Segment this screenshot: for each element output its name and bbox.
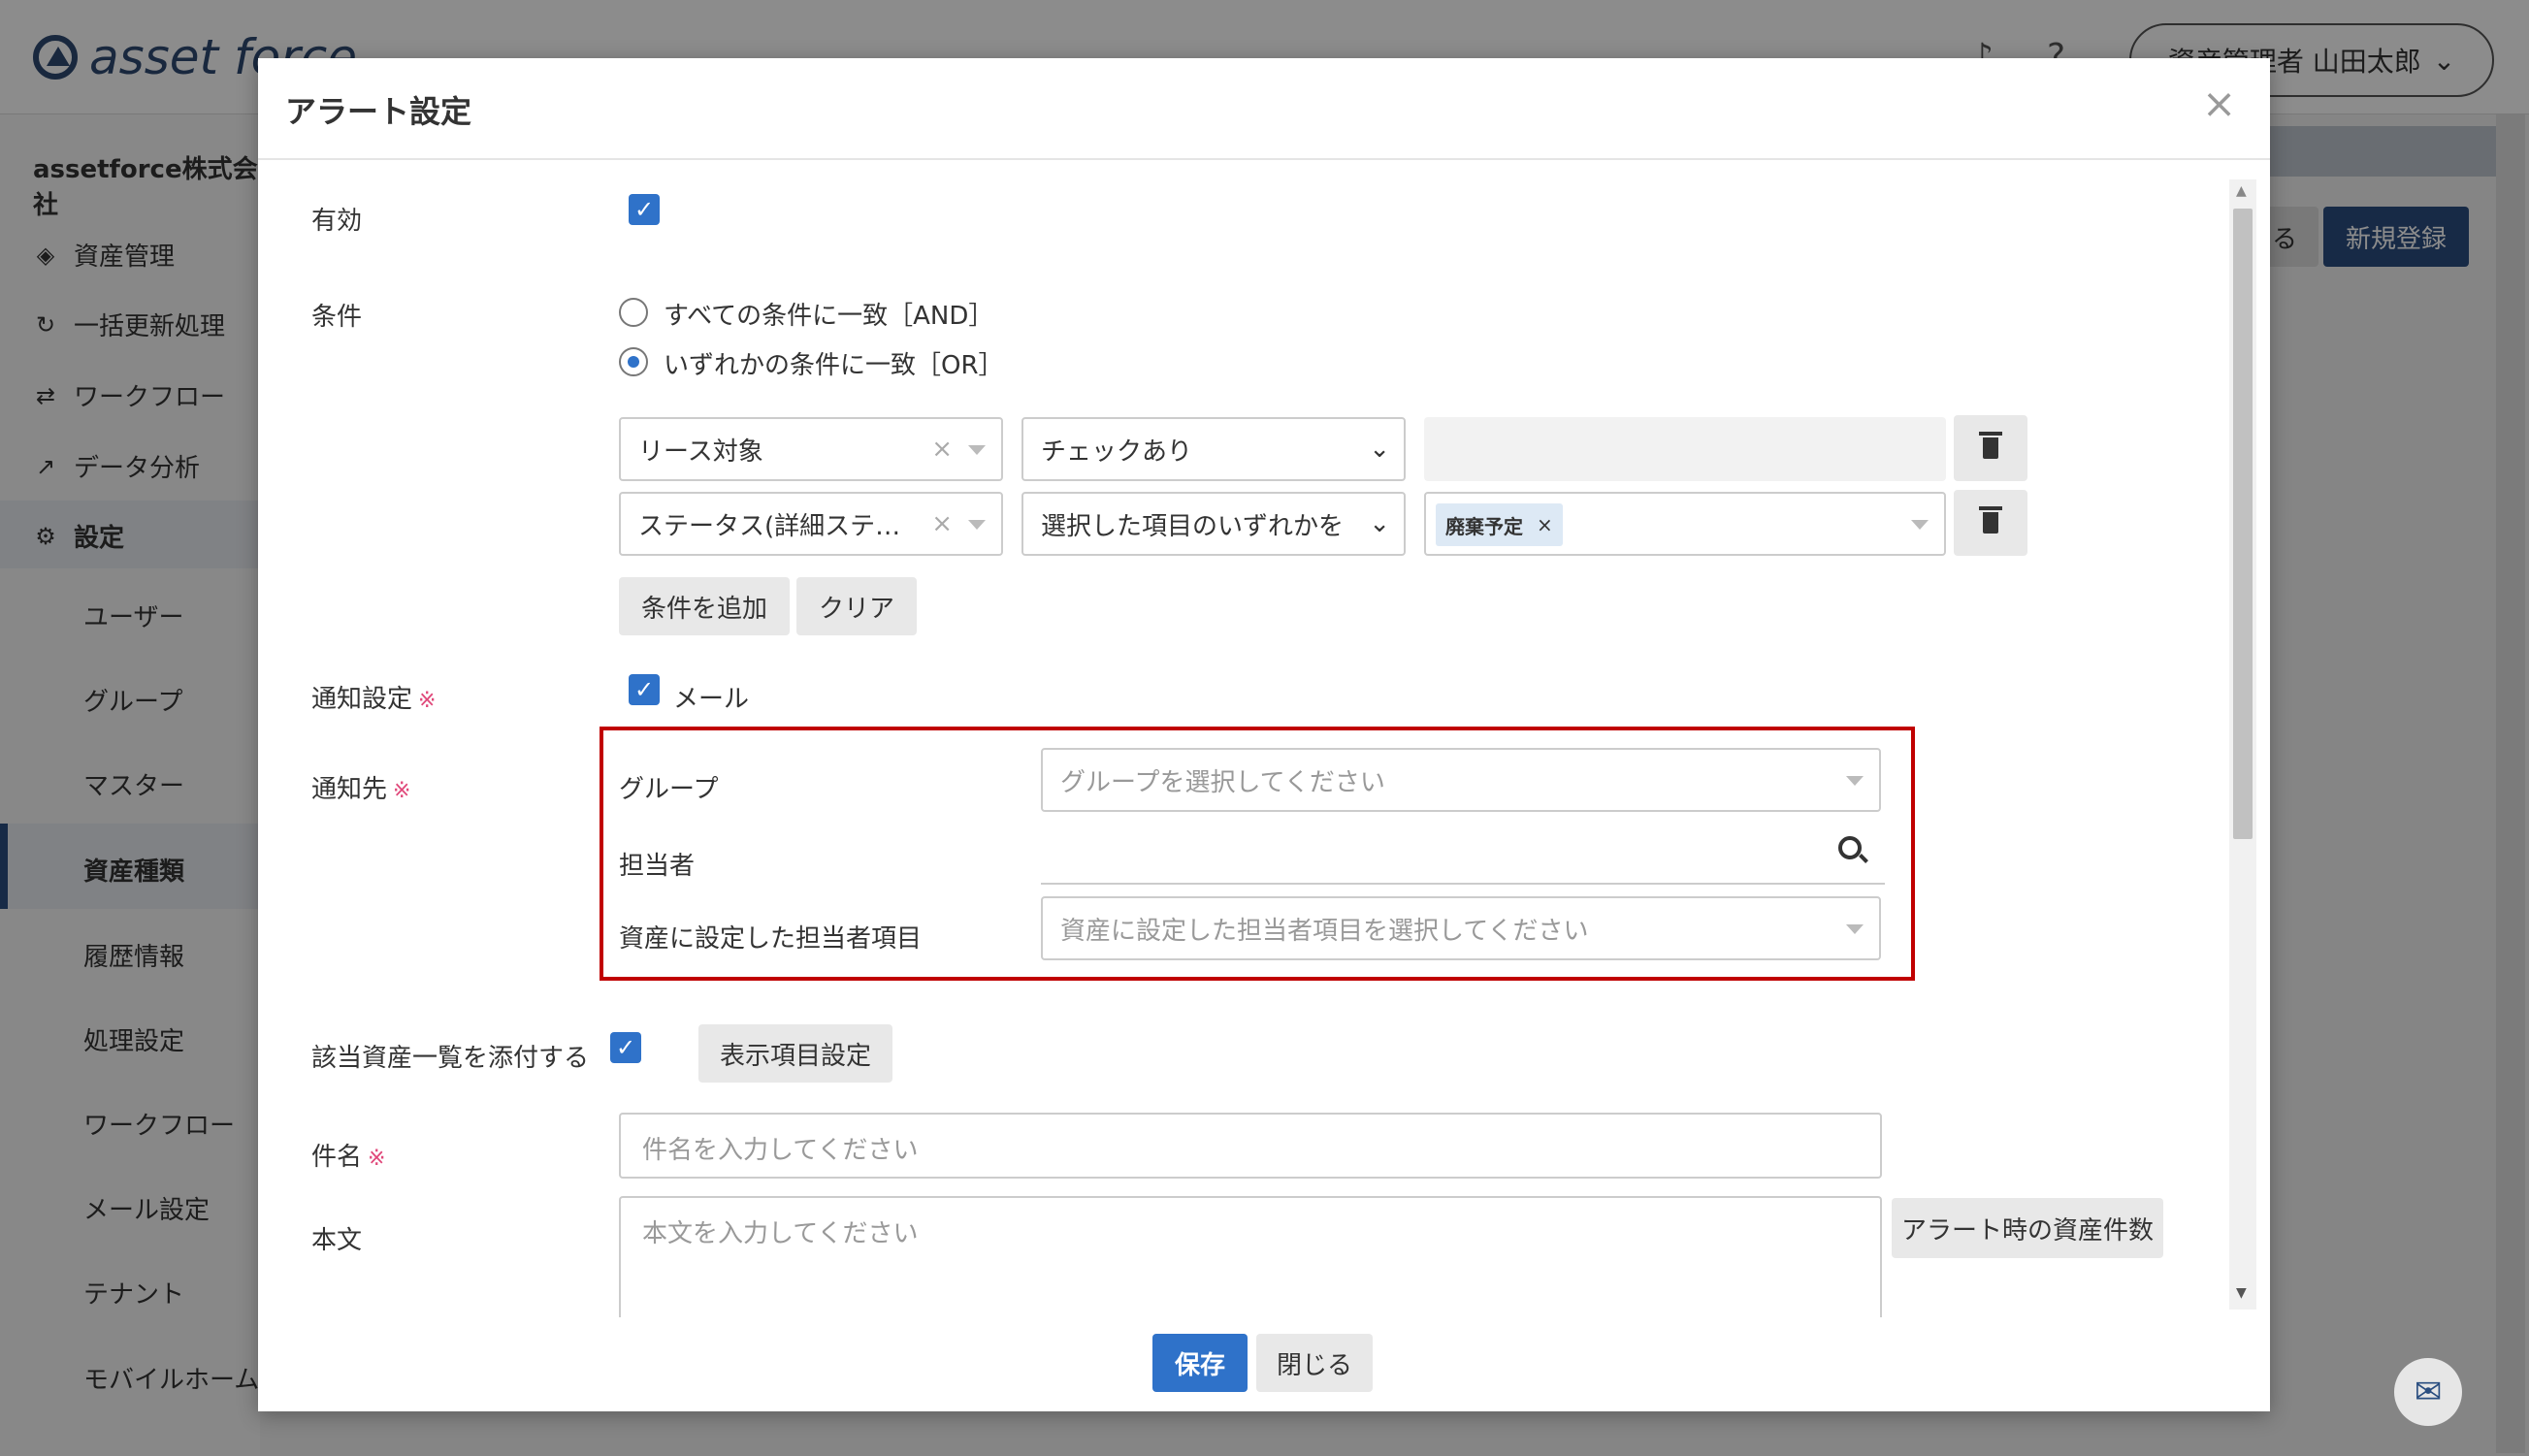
delete-condition-button-1[interactable] xyxy=(1954,415,2027,481)
required-mark: ※ xyxy=(368,1147,386,1171)
trash-icon xyxy=(1979,432,2002,459)
condition-field-select-2[interactable]: ステータス(詳細ステ… × xyxy=(619,492,1003,556)
selected-tag: 廃棄予定 × xyxy=(1436,503,1563,546)
notify-setting-label: 通知設定 ※ xyxy=(311,679,436,715)
body-label: 本文 xyxy=(311,1226,363,1255)
tag-label: 廃棄予定 xyxy=(1445,514,1523,538)
subject-text: 件名 xyxy=(311,1143,363,1172)
search-icon[interactable] xyxy=(1838,836,1862,859)
body-textarea[interactable]: 本文を入力してください xyxy=(619,1196,1882,1317)
subject-placeholder: 件名を入力してください xyxy=(642,1136,919,1165)
enabled-label: 有効 xyxy=(311,207,363,236)
body-placeholder: 本文を入力してください xyxy=(642,1219,919,1248)
mail-label: メール xyxy=(673,685,750,714)
close-button[interactable]: 閉じる xyxy=(1256,1334,1373,1392)
enabled-checkbox[interactable]: ✓ xyxy=(629,194,660,225)
condition-field-value: ステータス(詳細ステ… xyxy=(638,511,901,541)
condition-operator-value: チェックあり xyxy=(1041,437,1193,467)
condition-label: 条件 xyxy=(311,303,363,332)
trash-icon xyxy=(1979,506,2002,534)
check-icon: ✓ xyxy=(633,196,655,223)
chat-icon[interactable]: ✉ xyxy=(2394,1358,2462,1426)
attach-checkbox[interactable]: ✓ xyxy=(610,1032,641,1063)
mail-checkbox[interactable]: ✓ xyxy=(629,674,660,705)
condition-operator-select-1[interactable]: チェックあり ⌄ xyxy=(1021,417,1406,481)
modal-divider xyxy=(258,158,2270,160)
display-items-button[interactable]: 表示項目設定 xyxy=(698,1024,892,1083)
radio-and-label: すべての条件に一致［AND］ xyxy=(664,302,994,331)
check-icon: ✓ xyxy=(633,676,655,703)
condition-field-select-1[interactable]: リース対象 × xyxy=(619,417,1003,481)
tag-remove-icon[interactable]: × xyxy=(1537,513,1553,536)
scroll-thumb[interactable] xyxy=(2233,209,2253,839)
chevron-down-icon: ⌄ xyxy=(1369,435,1390,464)
required-mark: ※ xyxy=(418,689,437,713)
alert-asset-count-button[interactable]: アラート時の資産件数 xyxy=(1892,1198,2163,1258)
delete-condition-button-2[interactable] xyxy=(1954,490,2027,556)
condition-field-value: リース対象 xyxy=(638,437,763,467)
condition-operator-select-2[interactable]: 選択した項目のいずれかを ⌄ xyxy=(1021,492,1406,556)
clear-icon[interactable]: × xyxy=(931,435,953,464)
condition-operator-value: 選択した項目のいずれかを xyxy=(1041,511,1345,541)
dropdown-arrow-icon xyxy=(968,520,986,530)
check-icon: ✓ xyxy=(615,1034,636,1061)
notify-setting-text: 通知設定 xyxy=(311,685,413,714)
chevron-down-icon: ⌄ xyxy=(1369,509,1390,538)
subject-label: 件名 ※ xyxy=(311,1137,385,1173)
person-input-underline[interactable] xyxy=(1041,883,1885,885)
modal-title: アラート設定 xyxy=(285,93,472,130)
condition-value-disabled-1 xyxy=(1424,417,1946,481)
attach-label: 該当資産一覧を添付する xyxy=(311,1044,590,1073)
modal-scrollbar[interactable]: ▲ ▼ xyxy=(2229,179,2256,1310)
radio-or-label: いずれかの条件に一致［OR］ xyxy=(664,351,1004,380)
subject-input[interactable]: 件名を入力してください xyxy=(619,1113,1882,1179)
notify-to-label: 通知先 ※ xyxy=(311,769,410,805)
scroll-down-icon[interactable]: ▼ xyxy=(2236,1285,2247,1301)
notify-to-text: 通知先 xyxy=(311,775,388,804)
scroll-up-icon[interactable]: ▲ xyxy=(2236,183,2247,199)
required-mark: ※ xyxy=(393,779,411,803)
dropdown-arrow-icon xyxy=(968,445,986,455)
dropdown-arrow-icon xyxy=(1911,520,1929,530)
highlight-frame xyxy=(600,727,1915,981)
add-condition-button[interactable]: 条件を追加 xyxy=(619,577,790,635)
radio-or[interactable] xyxy=(619,347,648,376)
condition-value-multiselect-2[interactable]: 廃棄予定 × xyxy=(1424,492,1946,556)
clear-conditions-button[interactable]: クリア xyxy=(796,577,917,635)
save-button[interactable]: 保存 xyxy=(1152,1334,1248,1392)
radio-and[interactable] xyxy=(619,298,648,327)
clear-icon[interactable]: × xyxy=(931,509,953,538)
close-icon[interactable]: × xyxy=(2202,80,2236,127)
